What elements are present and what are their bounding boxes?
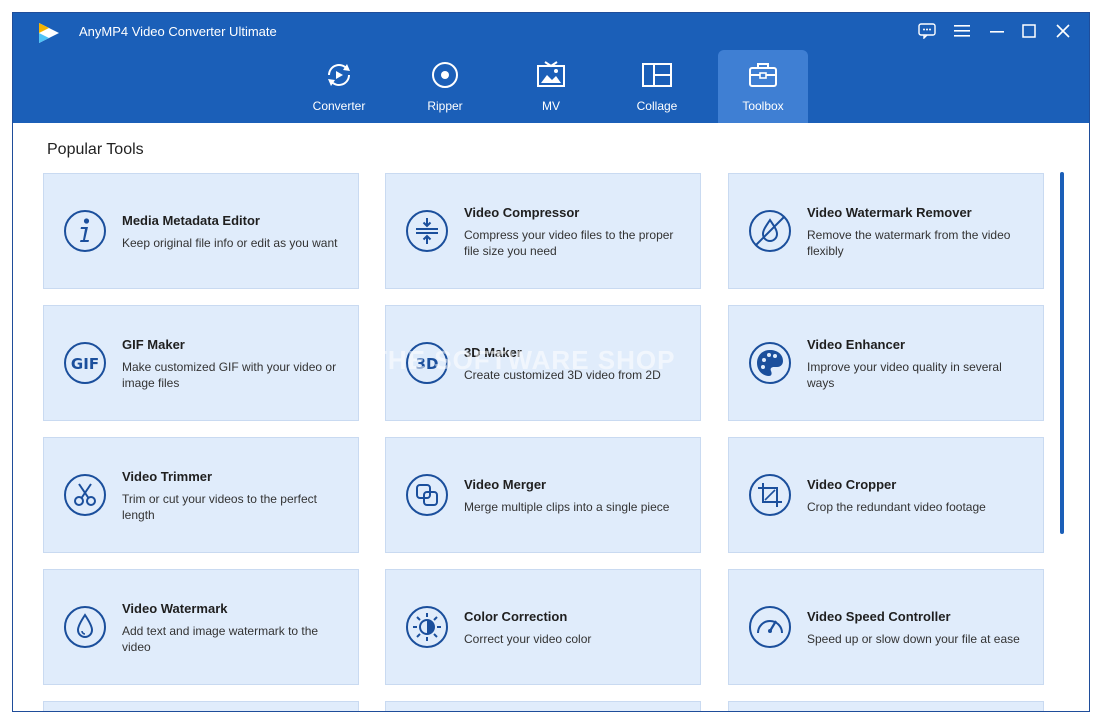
tool-title: Video Watermark Remover [807,204,972,220]
tool-title: Video Cropper [807,476,897,492]
collage-icon [642,63,672,87]
title-bar: AnyMP4 Video Converter Ultimate Converte… [13,13,1089,123]
crop-icon [749,474,791,516]
watermark-remover-icon [749,210,791,252]
tool-title: Video Merger [464,476,547,492]
converter-icon [328,64,350,86]
tool-card-partial[interactable] [43,701,359,711]
merge-icon [406,474,448,516]
tab-toolbox-label: Toolbox [742,99,784,113]
tool-description: Trim or cut your videos to the perfect l… [122,491,317,522]
color-correction-icon [406,606,448,648]
tab-mv-label: MV [542,99,560,113]
tool-title: Video Watermark [122,600,228,616]
tool-description: Improve your video quality in several wa… [807,359,1002,390]
tool-card-video-cropper[interactable]: Video Cropper Crop the redundant video f… [728,437,1044,553]
ripper-icon [432,62,458,88]
tab-toolbox[interactable]: Toolbox [718,50,808,123]
tool-description: Keep original file info or edit as you w… [122,235,338,250]
tab-collage[interactable]: Collage [612,50,702,123]
tool-card-video-speed-controller[interactable]: Video Speed Controller Speed up or slow … [728,569,1044,685]
tool-description: Crop the redundant video footage [807,499,986,514]
tool-title: Color Correction [464,608,568,624]
minimize-icon[interactable] [983,19,1011,43]
tool-title: GIF Maker [122,336,185,352]
tool-card-video-compressor[interactable]: Video Compressor Compress your video fil… [385,173,701,289]
tool-description: Speed up or slow down your file at ease [807,631,1020,646]
mv-icon [537,61,565,87]
tool-title: Video Speed Controller [807,608,951,624]
svg-text:GIF: GIF [71,355,99,373]
tool-description: Make customized GIF with your video or i… [122,359,337,390]
app-window: AnyMP4 Video Converter Ultimate Converte… [12,12,1090,712]
tab-converter-label: Converter [312,99,366,113]
feedback-icon[interactable] [913,19,941,43]
tool-description: Compress your video files to the proper … [464,227,674,258]
compress-icon [406,210,448,252]
tab-collage-label: Collage [636,99,678,113]
tool-description: Remove the watermark from the video flex… [807,227,1011,258]
tool-description: Merge multiple clips into a single piece [464,499,670,514]
scrollbar-thumb[interactable] [1060,172,1064,534]
gif-icon: GIF [64,342,106,384]
tab-ripper[interactable]: Ripper [400,50,490,123]
tool-card-video-watermark[interactable]: Video Watermark Add text and image water… [43,569,359,685]
speedometer-icon [749,606,791,648]
tool-card-partial[interactable] [728,701,1044,711]
droplet-icon [64,606,106,648]
tab-mv[interactable]: MV [506,50,596,123]
main-nav: Converter Ripper MV Collage Toolbox [13,50,1089,123]
tool-card-video-enhancer[interactable]: Video Enhancer Improve your video qualit… [728,305,1044,421]
tab-ripper-label: Ripper [427,99,463,113]
scissors-icon [64,474,106,516]
tool-title: Media Metadata Editor [122,212,260,228]
tool-title: Video Compressor [464,204,580,220]
toolbox-icon [749,63,777,87]
tool-description: Add text and image watermark to the vide… [122,623,319,654]
menu-icon[interactable] [948,19,976,43]
tool-card-gif-maker[interactable]: GIF GIF Maker Make customized GIF with y… [43,305,359,421]
tool-title: Video Trimmer [122,468,213,484]
info-icon [64,210,106,252]
tool-card-video-trimmer[interactable]: Video Trimmer Trim or cut your videos to… [43,437,359,553]
maximize-icon[interactable] [1015,19,1043,43]
tool-card-color-correction[interactable]: Color Correction Correct your video colo… [385,569,701,685]
tool-card-media-metadata-editor[interactable]: Media Metadata Editor Keep original file… [43,173,359,289]
section-title: Popular Tools [47,141,144,158]
tool-description: Correct your video color [464,631,592,646]
palette-icon [749,342,791,384]
tool-card-video-watermark-remover[interactable]: Video Watermark Remover Remove the water… [728,173,1044,289]
app-logo-icon [39,23,59,43]
tool-title: Video Enhancer [807,336,906,352]
watermark-text: THE SOFTWARE SHOP [371,345,676,375]
tool-card-partial[interactable] [385,701,701,711]
app-title: AnyMP4 Video Converter Ultimate [79,24,277,39]
toolbox-content: Popular Tools Media Metadata Editor Keep… [13,123,1089,711]
close-icon[interactable] [1049,19,1077,43]
tool-card-video-merger[interactable]: Video Merger Merge multiple clips into a… [385,437,701,553]
tab-converter[interactable]: Converter [294,50,384,123]
